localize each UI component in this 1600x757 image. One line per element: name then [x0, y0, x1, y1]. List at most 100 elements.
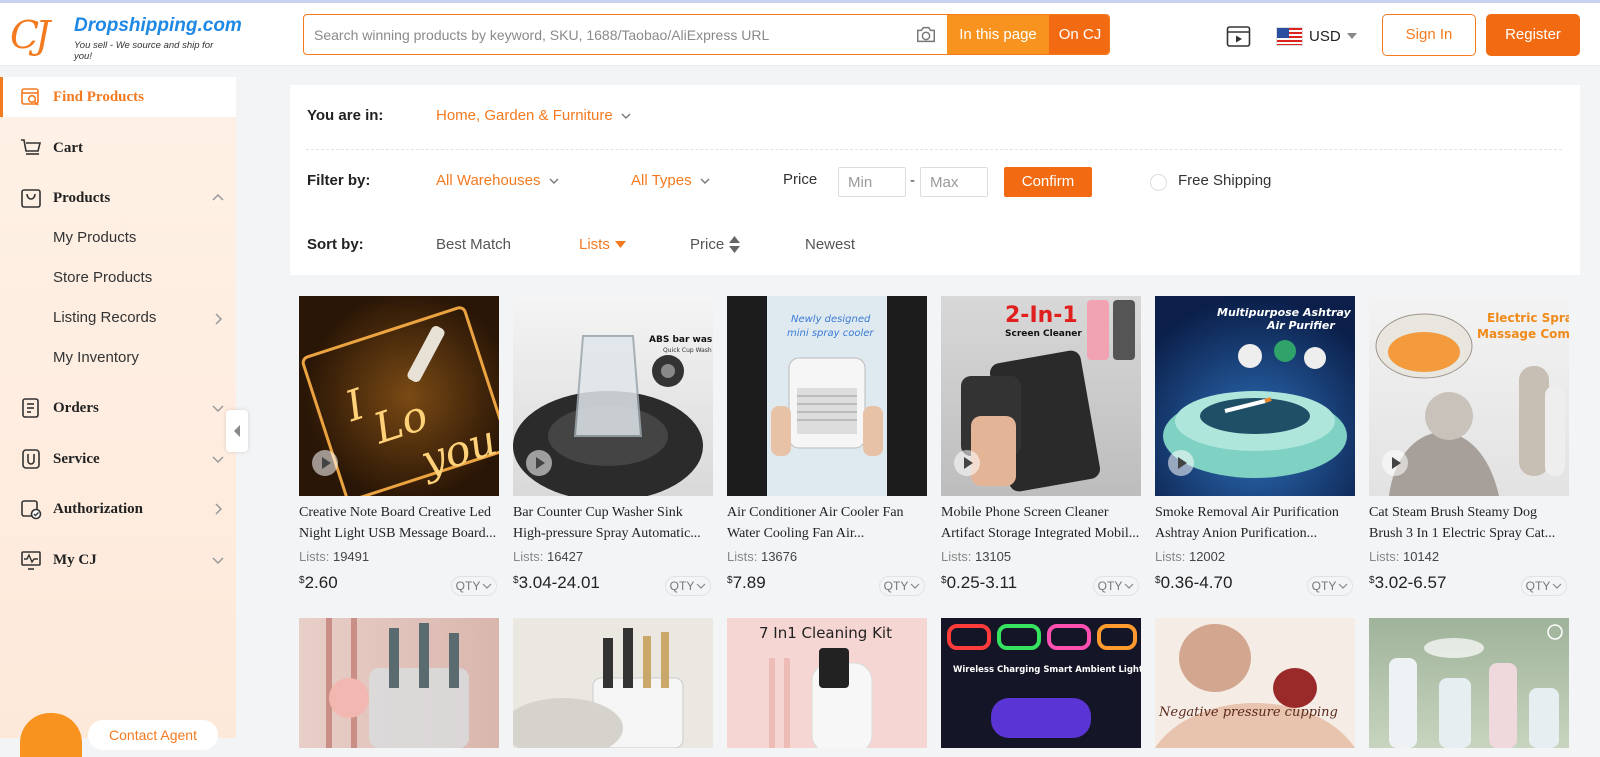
qty-dropdown[interactable]: QTY — [451, 576, 497, 596]
price-value: 3.04-24.01 — [518, 573, 600, 592]
lists-label: Lists: — [941, 549, 972, 564]
sidebar-collapse-button[interactable] — [226, 410, 248, 452]
qty-dropdown[interactable]: QTY — [1521, 576, 1567, 596]
lists-label: Lists: — [727, 549, 758, 564]
camera-icon[interactable] — [915, 24, 937, 46]
search-in-page-button[interactable]: In this page — [947, 15, 1049, 54]
product-title[interactable]: Creative Note Board Creative Led Night L… — [299, 502, 499, 544]
lists-count: 13676 — [760, 549, 798, 564]
product-image[interactable] — [1369, 618, 1569, 748]
sidebar-item-cart[interactable]: Cart — [0, 128, 236, 168]
contact-agent[interactable]: Contact Agent — [20, 708, 220, 757]
product-image[interactable]: Wireless Charging Smart Ambient Lighting — [941, 618, 1141, 748]
price-min-input[interactable] — [838, 167, 906, 197]
category-dropdown[interactable]: Home, Garden & Furniture — [436, 107, 631, 124]
product-image[interactable] — [299, 618, 499, 748]
sort-option-label: Best Match — [436, 236, 512, 253]
chevron-down-icon — [696, 583, 706, 589]
search-on-cj-button[interactable]: On CJ — [1049, 15, 1109, 54]
sort-option-label: Lists — [579, 236, 610, 253]
chevron-down-icon — [212, 456, 224, 464]
lists-label: Lists: — [513, 549, 544, 564]
sort-best-match[interactable]: Best Match — [436, 236, 511, 253]
product-title[interactable]: Mobile Phone Screen Cleaner Artifact Sto… — [941, 502, 1141, 544]
product-image[interactable]: Negative pressure cupping — [1155, 618, 1355, 748]
play-video-icon[interactable] — [954, 450, 980, 476]
types-dropdown[interactable]: All Types — [631, 172, 710, 189]
sign-in-button[interactable]: Sign In — [1382, 14, 1476, 56]
product-lists: Lists: 19491 — [299, 549, 369, 564]
sort-newest[interactable]: Newest — [805, 236, 855, 253]
product-image[interactable]: Multipurpose Ashtray Air Purifier — [1155, 296, 1355, 496]
chevron-down-icon — [549, 178, 558, 184]
sidebar-sub-store-products[interactable]: Store Products — [53, 269, 152, 286]
play-video-icon[interactable] — [1382, 450, 1408, 476]
qty-dropdown[interactable]: QTY — [1093, 576, 1139, 596]
register-button[interactable]: Register — [1486, 14, 1580, 56]
product-title-line: Air Conditioner Air Cooler Fan — [727, 505, 904, 520]
qty-dropdown[interactable]: QTY — [665, 576, 711, 596]
product-title-line: High-pressure Spray Automatic... — [513, 526, 701, 541]
cart-icon — [21, 139, 42, 155]
sort-price[interactable]: Price — [690, 236, 741, 253]
category-value: Home, Garden & Furniture — [436, 107, 613, 124]
product-image[interactable]: ABS bar washer Quick Cup Wash — [513, 296, 713, 496]
product-title-line: Cat Steam Brush Steamy Dog — [1369, 505, 1537, 520]
warehouse-dropdown[interactable]: All Warehouses — [436, 172, 559, 189]
lists-count: 16427 — [546, 549, 584, 564]
chevron-down-icon — [910, 583, 920, 589]
product-image[interactable]: Newly designed mini spray cooler — [727, 296, 927, 496]
sort-by-label: Sort by: — [307, 236, 364, 253]
sidebar-item-authorization[interactable]: Authorization — [0, 489, 236, 529]
product-title[interactable]: Cat Steam Brush Steamy Dog Brush 3 In 1 … — [1369, 502, 1569, 544]
qty-dropdown[interactable]: QTY — [879, 576, 925, 596]
search-input[interactable] — [314, 15, 894, 54]
product-image[interactable]: Electric Spray Massage Comb — [1369, 296, 1569, 496]
price-dash: - — [910, 172, 915, 189]
sidebar-sub-my-inventory[interactable]: My Inventory — [53, 349, 139, 366]
ambient-light-image: Wireless Charging Smart Ambient Lighting — [947, 624, 1141, 738]
product-image[interactable]: 7 In1 Cleaning Kit — [727, 618, 927, 748]
price-max-input[interactable] — [920, 167, 988, 197]
chevron-down-icon — [212, 557, 224, 565]
play-video-icon[interactable] — [1168, 450, 1194, 476]
product-image[interactable]: I Lo you — [299, 296, 499, 496]
cj-logo[interactable]: CJ Dropshipping.com You sell - We source… — [10, 13, 242, 62]
sidebar-item-label: Authorization — [53, 500, 143, 517]
sidebar-item-products[interactable]: Products — [0, 178, 236, 218]
product-image[interactable]: 2-In-1 Screen Cleaner — [941, 296, 1141, 496]
sidebar-item-find-products[interactable]: Find Products — [0, 77, 236, 117]
price-confirm-button[interactable]: Confirm — [1004, 167, 1092, 197]
svg-text:I: I — [338, 379, 371, 431]
product-title[interactable]: Bar Counter Cup Washer Sink High-pressur… — [513, 502, 713, 544]
sidebar-item-label: Find Products — [53, 88, 144, 105]
sort-lists[interactable]: Lists — [579, 236, 626, 253]
knife-holder-image — [513, 628, 684, 748]
chevron-down-icon — [1552, 583, 1562, 589]
service-icon — [22, 449, 40, 469]
sort-both-icon — [729, 236, 741, 253]
free-shipping-radio[interactable] — [1150, 174, 1167, 191]
product-title[interactable]: Air Conditioner Air Cooler Fan Water Coo… — [727, 502, 927, 544]
brush-cleaner-image — [326, 618, 469, 748]
product-title-line: Bar Counter Cup Washer Sink — [513, 505, 683, 520]
sidebar-item-orders[interactable]: Orders — [0, 388, 236, 428]
sidebar-item-my-cj[interactable]: My CJ — [0, 540, 236, 580]
qty-dropdown[interactable]: QTY — [1307, 576, 1353, 596]
lists-count: 10142 — [1402, 549, 1440, 564]
currency-selector[interactable]: USD — [1276, 25, 1357, 47]
lists-count: 13105 — [974, 549, 1012, 564]
sidebar-item-service[interactable]: Service — [0, 439, 236, 479]
play-video-icon[interactable] — [526, 450, 552, 476]
sidebar-sub-my-products[interactable]: My Products — [53, 229, 136, 246]
video-icon[interactable] — [1226, 25, 1251, 48]
product-title-line: Night Light USB Message Board... — [299, 526, 497, 541]
us-flag-icon — [1276, 26, 1303, 46]
sort-option-label: Price — [690, 236, 725, 253]
chevron-right-icon — [215, 503, 223, 515]
play-video-icon[interactable] — [312, 450, 338, 476]
product-price: $2.60 — [299, 573, 338, 593]
product-title[interactable]: Smoke Removal Air Purification Ashtray A… — [1155, 502, 1355, 544]
product-image[interactable] — [513, 618, 713, 748]
sidebar-sub-listing-records[interactable]: Listing Records — [53, 309, 156, 326]
